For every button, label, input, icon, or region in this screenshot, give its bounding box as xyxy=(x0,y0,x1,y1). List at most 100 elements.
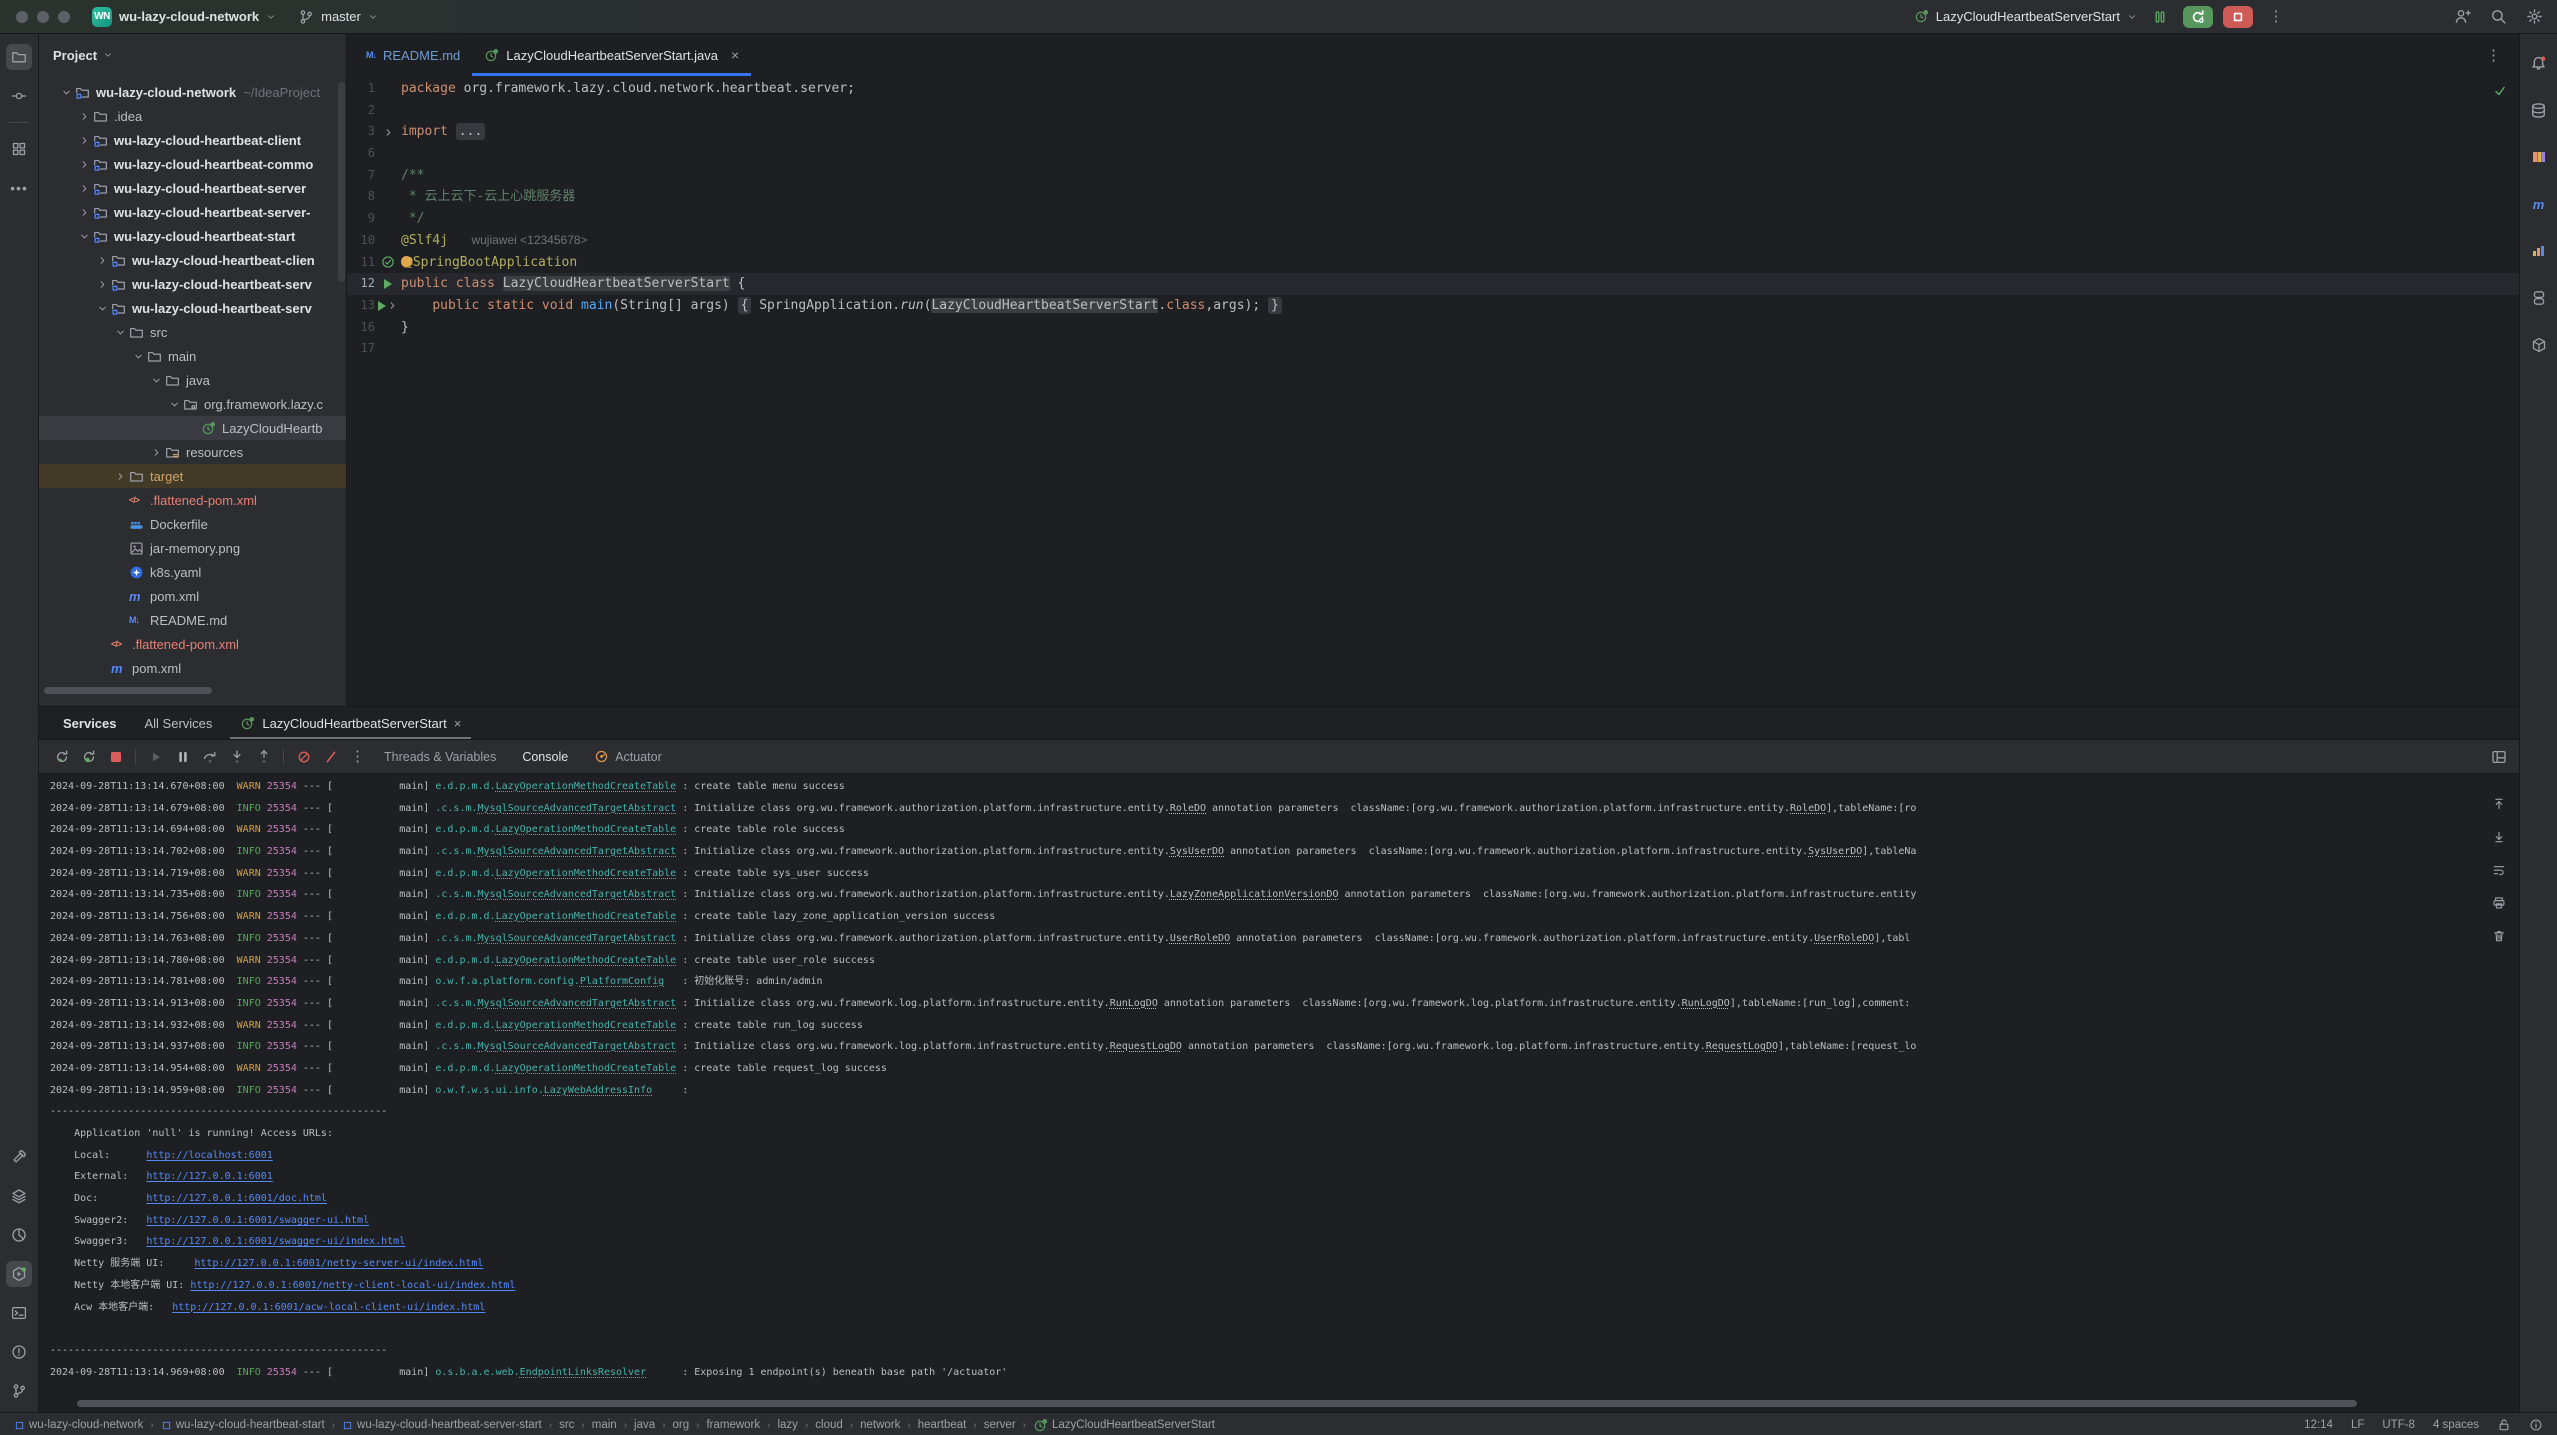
log-logger-class[interactable]: PlatformConfig xyxy=(580,976,664,987)
chev-v-icon[interactable] xyxy=(133,351,144,362)
run-console[interactable]: 2024-09-28T11:13:14.670+08:00 WARN 25354… xyxy=(39,774,2519,1412)
close-icon[interactable]: × xyxy=(454,716,462,731)
tree-item[interactable]: java xyxy=(39,368,346,392)
chev-v-icon[interactable] xyxy=(151,375,162,386)
skip-breakpoints-button[interactable] xyxy=(318,745,343,769)
console-link[interactable]: http://127.0.0.1:6001/netty-server-ui/in… xyxy=(194,1258,483,1269)
log-logger-class[interactable]: MysqlSourceAdvancedTargetAbstract xyxy=(478,933,677,944)
chevron-right-icon[interactable] xyxy=(94,255,111,266)
log-logger-class[interactable]: MysqlSourceAdvancedTargetAbstract xyxy=(478,1041,677,1052)
chevron-down-icon[interactable] xyxy=(76,231,93,242)
run-gutter-icon[interactable] xyxy=(384,279,392,289)
chevron-down-icon[interactable] xyxy=(166,399,183,410)
breadcrumb-item[interactable]: wu-lazy-cloud-heartbeat-start xyxy=(161,1419,325,1431)
breadcrumb-item[interactable]: wu-lazy-cloud-heartbeat-server-start xyxy=(342,1419,542,1431)
tool-window-button-plugin-ml[interactable] xyxy=(2526,144,2552,170)
log-entity-link[interactable]: SysUserDO xyxy=(1170,846,1224,857)
more-actions-kebab-icon[interactable]: ⋮ xyxy=(2263,4,2289,30)
pause-process-button[interactable] xyxy=(2147,4,2173,30)
step-over-button[interactable] xyxy=(197,745,222,769)
log-entity-link[interactable]: UserRoleDO xyxy=(1814,933,1874,944)
tree-item[interactable]: wu-lazy-cloud-network~/IdeaProject xyxy=(39,80,346,104)
project-widget[interactable]: WN wu-lazy-cloud-network xyxy=(84,4,284,30)
tree-item[interactable]: wu-lazy-cloud-heartbeat-start xyxy=(39,224,346,248)
log-logger-class[interactable]: LazyOperationMethodCreateTable xyxy=(496,824,677,835)
chevron-right-icon[interactable] xyxy=(76,159,93,170)
tool-window-button-plugin-charts[interactable] xyxy=(2526,238,2552,264)
tree-item[interactable]: M↓README.md xyxy=(39,608,346,632)
tree-item[interactable]: wu-lazy-cloud-heartbeat-client xyxy=(39,128,346,152)
pause-button[interactable] xyxy=(170,745,195,769)
step-into-button[interactable] xyxy=(224,745,249,769)
tree-horizontal-scrollbar[interactable] xyxy=(44,687,212,694)
tree-item[interactable]: mpom.xml xyxy=(39,584,346,608)
tree-item[interactable]: wu-lazy-cloud-heartbeat-clien xyxy=(39,248,346,272)
chev-r-icon[interactable] xyxy=(383,127,394,138)
console-link[interactable]: http://127.0.0.1:6001/doc.html xyxy=(146,1193,327,1204)
intention-bulb-icon[interactable] xyxy=(401,256,412,267)
breadcrumb-item[interactable]: org xyxy=(672,1419,689,1431)
tree-item[interactable]: wu-lazy-cloud-heartbeat-commo xyxy=(39,152,346,176)
chev-v-icon[interactable] xyxy=(169,399,180,410)
editor-tab[interactable]: LazyCloudHeartbeatServerStart.java× xyxy=(472,34,751,76)
tool-window-button-git-branch[interactable] xyxy=(6,1378,32,1404)
tree-vertical-scrollbar[interactable] xyxy=(338,82,345,282)
chev-r-icon[interactable] xyxy=(79,159,90,170)
log-logger-class[interactable]: LazyOperationMethodCreateTable xyxy=(496,911,677,922)
log-logger-class[interactable]: MysqlSourceAdvancedTargetAbstract xyxy=(478,998,677,1009)
tree-item[interactable]: wu-lazy-cloud-heartbeat-server xyxy=(39,176,346,200)
vcs-widget[interactable]: master xyxy=(290,6,386,28)
tree-item[interactable]: LazyCloudHeartb xyxy=(39,416,346,440)
tree-item[interactable]: mpom.xml xyxy=(39,656,346,680)
log-logger-class[interactable]: MysqlSourceAdvancedTargetAbstract xyxy=(478,803,677,814)
editor-options-kebab-icon[interactable]: ⋮ xyxy=(2486,34,2519,76)
chev-r-icon[interactable] xyxy=(115,471,126,482)
log-logger-class[interactable]: LazyOperationMethodCreateTable xyxy=(496,955,677,966)
tool-window-button-python[interactable] xyxy=(2526,285,2552,311)
chevron-right-icon[interactable] xyxy=(76,207,93,218)
chev-r-icon[interactable] xyxy=(79,111,90,122)
project-panel-header[interactable]: Project xyxy=(39,34,346,76)
tab-all-services[interactable]: All Services xyxy=(131,707,227,739)
rerun-application-button[interactable] xyxy=(2183,6,2213,28)
tool-window-button-notifications[interactable] xyxy=(2526,50,2552,76)
log-logger-class[interactable]: MysqlSourceAdvancedTargetAbstract xyxy=(478,889,677,900)
maximize-window-button[interactable] xyxy=(58,11,70,23)
log-logger-class[interactable]: LazyOperationMethodCreateTable xyxy=(496,868,677,879)
breadcrumb-item[interactable]: LazyCloudHeartbeatServerStart xyxy=(1033,1418,1215,1433)
chevron-right-icon[interactable] xyxy=(76,135,93,146)
tree-item[interactable]: wu-lazy-cloud-heartbeat-serv xyxy=(39,272,346,296)
soft-wrap-button[interactable] xyxy=(2486,858,2511,882)
tool-window-button-structure[interactable] xyxy=(6,136,32,162)
console-link[interactable]: http://127.0.0.1:6001 xyxy=(146,1171,272,1182)
console-link[interactable]: http://127.0.0.1:6001/acw-local-client-u… xyxy=(172,1302,485,1313)
log-entity-link[interactable]: SysUserDO xyxy=(1808,846,1862,857)
log-entity-link[interactable]: RoleDO xyxy=(1790,803,1826,814)
scroll-bottom-button[interactable] xyxy=(2486,825,2511,849)
chevron-down-icon[interactable] xyxy=(58,87,75,98)
info-circle-icon[interactable] xyxy=(2529,1418,2543,1432)
console-link[interactable]: http://127.0.0.1:6001/swagger-ui/index.h… xyxy=(146,1236,405,1247)
chev-r-icon[interactable] xyxy=(79,207,90,218)
breadcrumb-item[interactable]: server xyxy=(984,1419,1016,1431)
stop-button[interactable] xyxy=(103,745,128,769)
chevron-right-icon[interactable] xyxy=(148,447,165,458)
breadcrumb-item[interactable]: main xyxy=(592,1419,617,1431)
tab-threads-variables[interactable]: Threads & Variables xyxy=(372,740,508,773)
mute-breakpoints-button[interactable] xyxy=(291,745,316,769)
tree-item[interactable]: wu-lazy-cloud-heartbeat-serv xyxy=(39,296,346,320)
tree-item[interactable]: main xyxy=(39,344,346,368)
log-entity-link[interactable]: LazyZoneApplicationVersionDO xyxy=(1170,889,1339,900)
log-logger-class[interactable]: EndpointLinksResolver xyxy=(520,1367,646,1378)
tool-window-button-problems[interactable] xyxy=(6,1339,32,1365)
breadcrumb-item[interactable]: java xyxy=(634,1419,655,1431)
tool-window-button-layers[interactable] xyxy=(6,1183,32,1209)
status-widget[interactable]: LF xyxy=(2351,1419,2364,1431)
tool-window-button-commit[interactable] xyxy=(6,83,32,109)
status-widget[interactable]: 12:14 xyxy=(2304,1419,2333,1431)
status-widget[interactable]: 4 spaces xyxy=(2433,1419,2479,1431)
tool-window-button-maven[interactable]: m xyxy=(2526,191,2552,217)
settings-button[interactable] xyxy=(2521,4,2547,30)
chev-r-icon[interactable] xyxy=(387,300,398,311)
log-entity-link[interactable]: RunLogDO xyxy=(1682,998,1730,1009)
